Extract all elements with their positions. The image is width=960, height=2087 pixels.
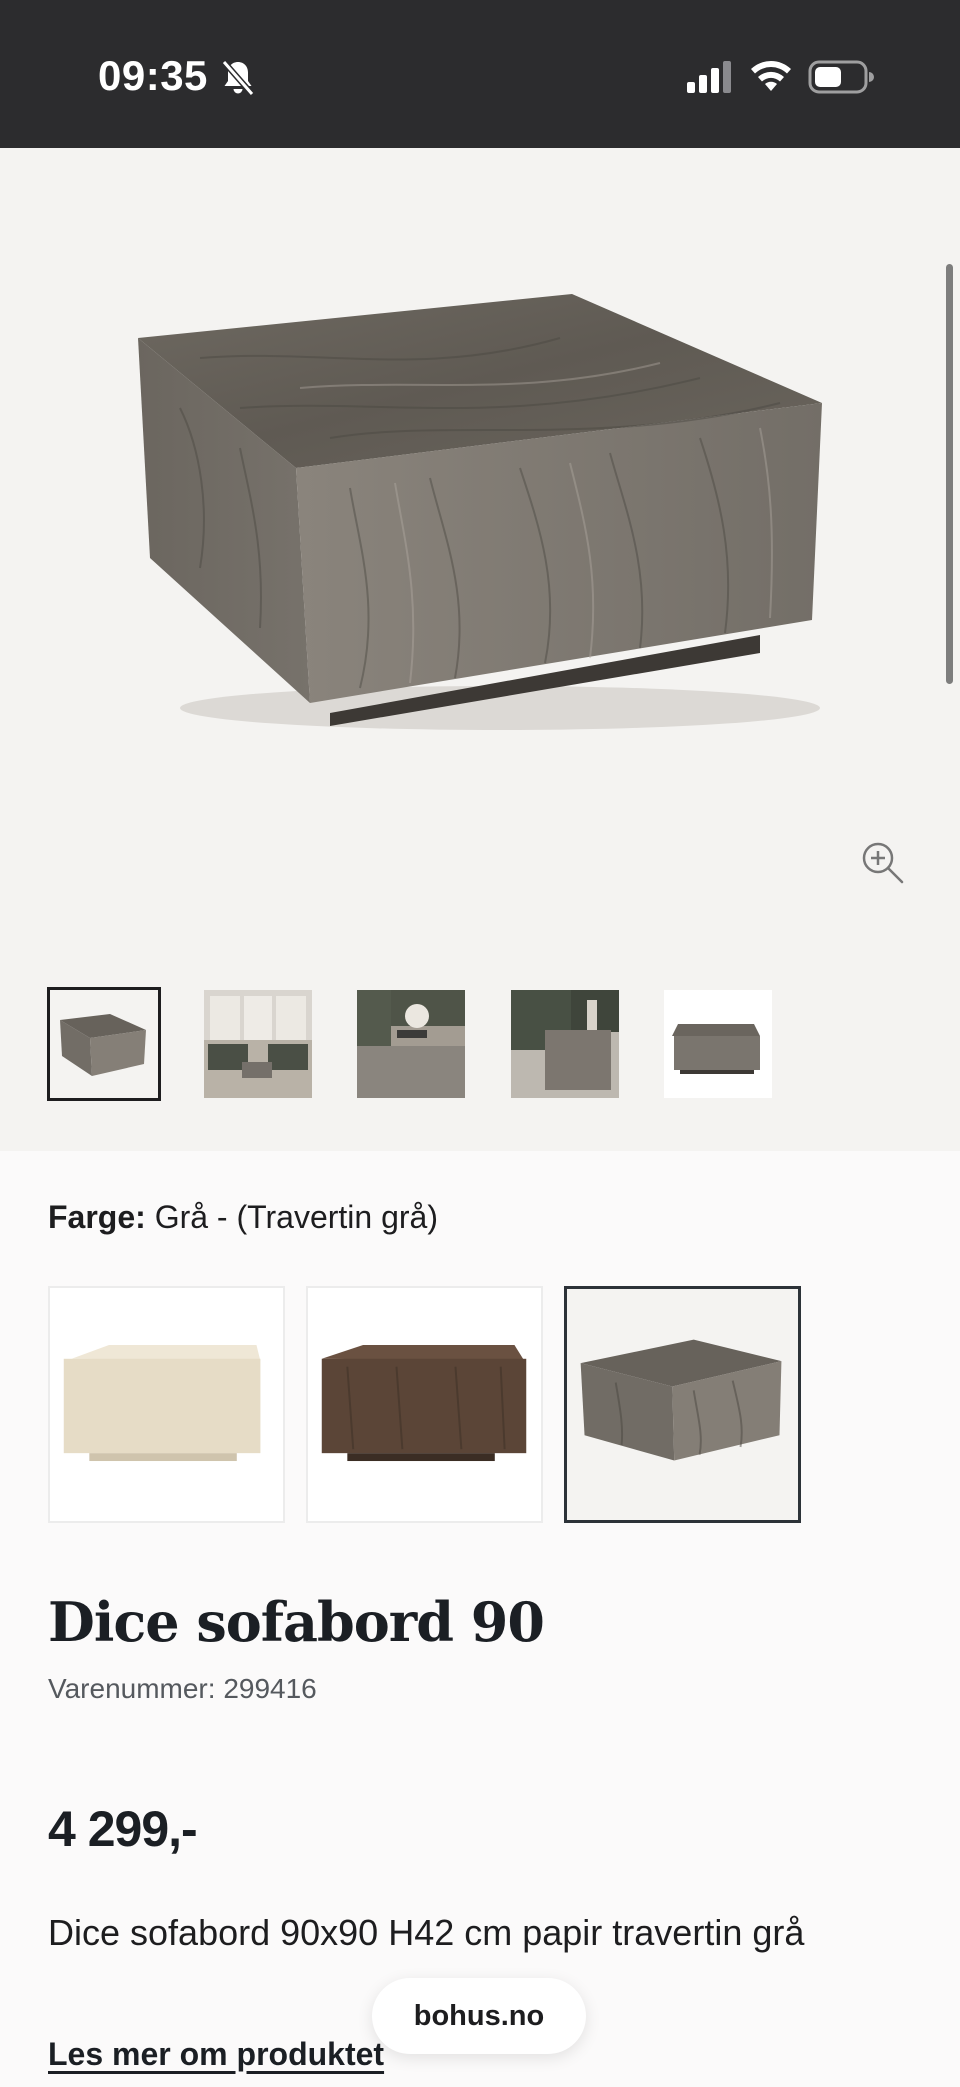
bell-slash-icon xyxy=(221,60,255,96)
thumbnail-living-room-closeup[interactable] xyxy=(511,990,619,1098)
thumbnail-product-front[interactable] xyxy=(47,987,161,1101)
thumbnail-living-room-table-decor[interactable] xyxy=(357,990,465,1098)
main-product-image[interactable] xyxy=(0,148,960,978)
thumbnail-product-side[interactable] xyxy=(664,990,772,1098)
status-bar: 09:35 xyxy=(0,0,960,148)
status-time: 09:35 xyxy=(98,52,208,99)
zoom-in-icon[interactable] xyxy=(858,838,906,886)
color-option-dark-wood[interactable] xyxy=(306,1286,543,1523)
product-sku: Varenummer: 299416 xyxy=(48,1673,317,1704)
color-value: Grå - (Travertin grå) xyxy=(154,1199,438,1235)
product-title: Dice sofabord 90 xyxy=(48,1590,545,1654)
browser-url-pill[interactable]: bohus.no xyxy=(372,1978,586,2054)
color-option-travertin-gra[interactable] xyxy=(564,1286,801,1523)
color-option-travertin-beige[interactable] xyxy=(48,1286,285,1523)
wifi-icon xyxy=(751,61,791,91)
color-selection-text: Farge: Grå - (Travertin grå) xyxy=(48,1199,438,1236)
battery-icon xyxy=(808,60,874,94)
cellular-signal-icon xyxy=(687,61,731,93)
product-description: Dice sofabord 90x90 H42 cm papir travert… xyxy=(48,1912,805,1953)
read-more-link[interactable]: Les mer om produktet xyxy=(48,2036,384,2073)
thumbnail-living-room-wide[interactable] xyxy=(204,990,312,1098)
product-gallery xyxy=(0,148,960,1151)
product-price: 4 299,- xyxy=(48,1801,198,1857)
color-label: Farge: xyxy=(48,1199,146,1235)
scrollbar-thumb[interactable] xyxy=(946,264,953,684)
